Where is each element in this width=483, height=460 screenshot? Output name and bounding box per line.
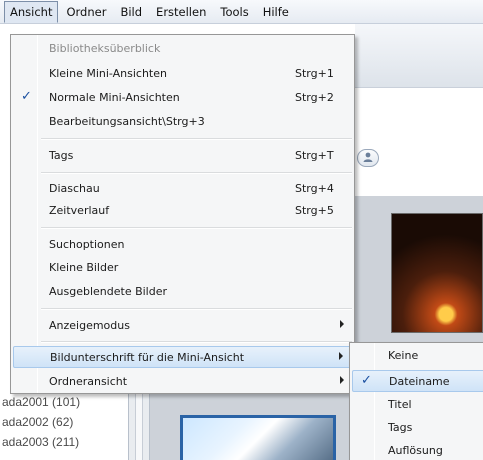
menu-erstellen[interactable]: Erstellen: [150, 1, 212, 23]
folder-item[interactable]: ada2003 (211): [0, 432, 128, 452]
menu-item-label: Zeitverlauf: [49, 204, 110, 217]
submenu-item-tags[interactable]: Tags: [352, 417, 483, 439]
folder-item[interactable]: ada2001 (101): [0, 392, 128, 412]
menu-item-label: Suchoptionen: [49, 238, 125, 251]
filter-panel: [355, 88, 483, 198]
menu-item-label: Ausgeblendete Bilder: [49, 285, 168, 298]
menu-ansicht[interactable]: Ansicht: [4, 0, 59, 23]
menu-bar: Ansicht Ordner Bild Erstellen Tools Hilf…: [0, 0, 483, 24]
menu-item-kleine-mini-ansichten[interactable]: Kleine Mini-Ansichten Strg+1: [13, 63, 352, 85]
menu-item-label: Kleine Bilder: [49, 261, 119, 274]
menu-item-tags[interactable]: Tags Strg+T: [13, 145, 352, 167]
menu-item-diaschau[interactable]: Diaschau Strg+4: [13, 178, 352, 200]
sidebar-scrollbar[interactable]: [128, 390, 150, 460]
menu-item-bibliotheksueberblick: Bibliotheksüberblick: [13, 38, 352, 60]
submenu-arrow-icon: [340, 376, 344, 384]
menu-item-label: Diaschau: [49, 182, 100, 195]
menu-item-suchoptionen[interactable]: Suchoptionen: [13, 234, 352, 256]
checkmark-icon: ✓: [361, 373, 372, 388]
menu-separator: [41, 227, 352, 229]
menu-item-shortcut: Strg+5: [295, 204, 334, 217]
menu-item-label: Tags: [388, 421, 413, 434]
menu-item-label: Keine: [388, 349, 419, 362]
submenu-arrow-icon: [340, 320, 344, 328]
toolbar-area: [355, 24, 483, 88]
scrollbar-track[interactable]: [135, 390, 143, 460]
checkmark-icon: ✓: [21, 89, 32, 104]
menu-item-label: Ordneransicht: [49, 375, 128, 388]
menu-separator: [41, 172, 352, 174]
menu-item-label: Bibliotheksüberblick: [49, 42, 161, 55]
menu-item-bearbeitungsansicht[interactable]: Bearbeitungsansicht\Strg+3: [13, 111, 352, 133]
thumbnail-candle-image[interactable]: [391, 213, 483, 333]
submenu-item-dateiname[interactable]: ✓ Dateiname: [352, 370, 483, 392]
caption-submenu: Keine ✓ Dateiname Titel Tags Auflösung: [349, 342, 483, 460]
folder-item[interactable]: ada2002 (62): [0, 412, 128, 432]
submenu-item-keine[interactable]: Keine: [352, 345, 483, 367]
thumbnail-flower-image[interactable]: [180, 415, 336, 460]
menu-item-label: Kleine Mini-Ansichten: [49, 67, 167, 80]
menu-item-label: Bildunterschrift für die Mini-Ansicht: [50, 351, 245, 364]
menu-item-label: Titel: [388, 398, 412, 411]
menu-item-shortcut: Strg+1: [295, 67, 334, 80]
people-filter-button[interactable]: [357, 149, 379, 167]
submenu-item-aufloesung[interactable]: Auflösung: [352, 440, 483, 460]
menu-item-bildunterschrift[interactable]: Bildunterschrift für die Mini-Ansicht: [13, 346, 352, 368]
menu-item-label: Auflösung: [388, 444, 443, 457]
menu-item-label: Normale Mini-Ansichten: [49, 91, 180, 104]
submenu-item-titel[interactable]: Titel: [352, 394, 483, 416]
menu-item-normale-mini-ansichten[interactable]: ✓ Normale Mini-Ansichten Strg+2: [13, 87, 352, 109]
menu-item-kleine-bilder[interactable]: Kleine Bilder: [13, 257, 352, 279]
menu-item-label: Dateiname: [389, 375, 450, 388]
submenu-arrow-icon: [339, 352, 343, 360]
menu-item-shortcut: Strg+2: [295, 91, 334, 104]
menu-item-shortcut: Strg+T: [295, 149, 334, 162]
menu-item-shortcut: Strg+4: [295, 182, 334, 195]
menu-bild[interactable]: Bild: [114, 1, 148, 23]
menu-item-label: Bearbeitungsansicht\Strg+3: [49, 115, 205, 128]
menu-item-anzeigemodus[interactable]: Anzeigemodus: [13, 315, 352, 337]
folder-list: ada2001 (101) ada2002 (62) ada2003 (211): [0, 392, 128, 460]
menu-item-zeitverlauf[interactable]: Zeitverlauf Strg+5: [13, 200, 352, 222]
person-icon: [362, 151, 374, 166]
ansicht-dropdown: Bibliotheksüberblick Kleine Mini-Ansicht…: [10, 34, 355, 394]
menu-item-label: Tags: [49, 149, 74, 162]
menu-tools[interactable]: Tools: [214, 1, 254, 23]
menu-ordner[interactable]: Ordner: [60, 1, 112, 23]
menu-item-label: Anzeigemodus: [49, 319, 130, 332]
menu-item-ausgeblendete-bilder[interactable]: Ausgeblendete Bilder: [13, 281, 352, 303]
menu-item-ordneransicht[interactable]: Ordneransicht: [13, 371, 352, 393]
menu-separator: [41, 138, 352, 140]
menu-separator: [41, 308, 352, 310]
menu-hilfe[interactable]: Hilfe: [257, 1, 295, 23]
menu-separator: [41, 341, 352, 343]
